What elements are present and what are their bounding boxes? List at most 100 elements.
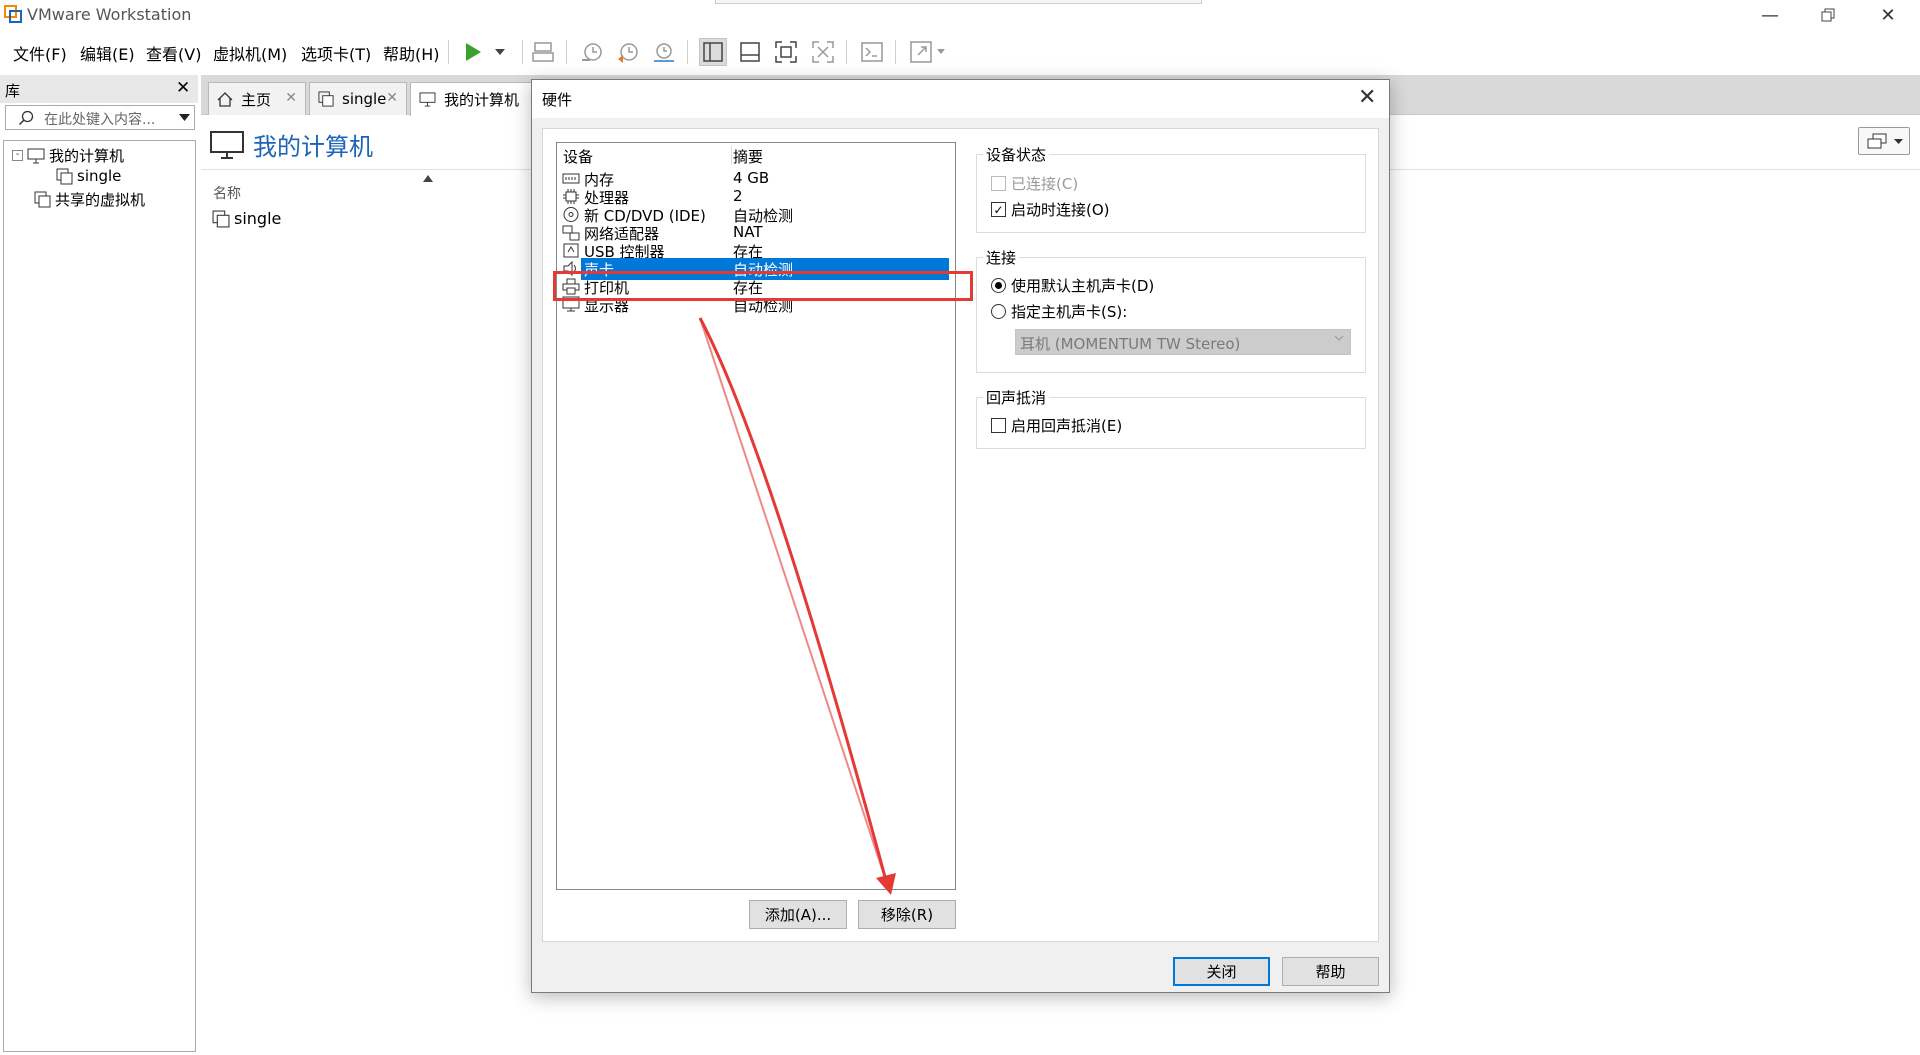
menu-file[interactable]: 文件(F) — [13, 41, 67, 65]
tab-single[interactable]: single ✕ — [309, 82, 407, 115]
column-header-device[interactable]: 设备 — [563, 146, 593, 167]
console-view-button[interactable] — [858, 38, 886, 66]
thumbnail-bar-button[interactable] — [736, 38, 764, 66]
host-sound-card-select[interactable]: 耳机 (MOMENTUM TW Stereo) — [1015, 329, 1351, 355]
unity-button[interactable] — [809, 38, 837, 66]
library-close-button[interactable]: ✕ — [176, 78, 190, 98]
checkbox-label: 启动时连接(O) — [1011, 201, 1110, 219]
sort-ascending-icon — [423, 175, 433, 182]
manage-snapshots-icon — [654, 43, 674, 62]
library-panel: 库 ✕ 在此处键入内容... - 我的计算机 single 共享的虚拟机 — [0, 75, 198, 1055]
radio-label: 指定主机声卡(S): — [1011, 303, 1128, 321]
tab-my-computer[interactable]: 我的计算机 — [410, 82, 536, 116]
toolbar-separator — [448, 40, 449, 64]
close-window-button[interactable]: ✕ — [1858, 0, 1918, 30]
select-value: 耳机 (MOMENTUM TW Stereo) — [1020, 335, 1241, 353]
library-view-button[interactable] — [699, 38, 727, 66]
radio-dot — [995, 282, 1002, 289]
shared-vm-icon — [34, 191, 51, 208]
tab-home[interactable]: 主页 ✕ — [208, 82, 306, 115]
play-button[interactable] — [459, 38, 487, 66]
dialog-panel: 设备 摘要 内存 4 GB 处理器 2 新 CD/DVD (IDE) 自动检测 … — [542, 128, 1379, 942]
radio-label: 使用默认主机声卡(D) — [1011, 277, 1155, 295]
play-dropdown-button[interactable] — [486, 38, 514, 66]
menu-help[interactable]: 帮助(H) — [383, 41, 440, 65]
search-icon — [18, 110, 34, 126]
tab-close-icon[interactable]: ✕ — [386, 90, 398, 106]
tree-item-single[interactable]: single — [56, 167, 121, 185]
list-item-label: single — [234, 209, 282, 228]
view-switch-button[interactable] — [1858, 127, 1910, 155]
tree-item-my-computer[interactable]: - 我的计算机 — [12, 145, 124, 166]
specify-sound-card-radio[interactable]: 指定主机声卡(S): — [991, 301, 1127, 322]
add-device-button[interactable]: 添加(A)... — [749, 900, 847, 929]
group-label: 回声抵消 — [983, 387, 1050, 408]
restore-icon — [1821, 8, 1835, 22]
chevron-down-icon — [1894, 139, 1903, 144]
snapshot-button[interactable] — [578, 38, 606, 66]
restore-button[interactable] — [1798, 0, 1858, 30]
vm-icon — [212, 210, 230, 227]
full-screen-button[interactable] — [772, 38, 800, 66]
checkmark-icon: ✓ — [993, 202, 1004, 217]
usb-controller-icon — [563, 243, 579, 258]
use-default-sound-card-radio[interactable]: 使用默认主机声卡(D) — [991, 275, 1154, 296]
tab-label: 我的计算机 — [444, 91, 520, 109]
toolbar-separator — [522, 40, 523, 64]
menu-tabs[interactable]: 选项卡(T) — [301, 41, 371, 65]
close-icon: ✕ — [176, 78, 191, 98]
revert-snapshot-icon — [618, 43, 638, 63]
stretch-dropdown-button[interactable] — [934, 38, 948, 66]
list-item[interactable]: single — [212, 209, 281, 228]
send-keys-icon — [532, 42, 554, 62]
dialog-title: 硬件 — [542, 91, 573, 109]
minimize-icon: — — [1761, 4, 1779, 26]
dialog-titlebar: 硬件 ✕ — [532, 80, 1389, 118]
device-summary: 2 — [733, 187, 743, 205]
toolbar-separator — [687, 40, 688, 64]
column-header-name[interactable]: 名称 — [213, 183, 241, 203]
revert-snapshot-button[interactable] — [614, 38, 642, 66]
close-button[interactable]: 关闭 — [1173, 957, 1270, 986]
menu-view[interactable]: 查看(V) — [146, 41, 201, 65]
tab-close-icon[interactable]: ✕ — [285, 90, 297, 106]
vmware-logo-icon — [4, 5, 22, 23]
window-titlebar: VMware Workstation — ✕ — [0, 0, 1920, 30]
vm-icon — [56, 168, 73, 184]
toolbar-separator — [566, 40, 567, 64]
enable-echo-cancellation-checkbox[interactable]: 启用回声抵消(E) — [991, 415, 1122, 436]
connect-at-power-on-checkbox[interactable]: ✓ 启动时连接(O) — [991, 199, 1110, 220]
dialog-close-button[interactable]: ✕ — [1358, 85, 1376, 110]
send-keys-button[interactable] — [529, 38, 557, 66]
library-header: 库 ✕ — [0, 75, 198, 103]
connected-checkbox[interactable]: 已连接(C) — [991, 173, 1078, 194]
checkbox-box — [991, 418, 1006, 433]
console-icon — [861, 42, 883, 62]
chevron-down-icon[interactable] — [179, 114, 190, 122]
remove-device-button[interactable]: 移除(R) — [858, 900, 956, 929]
stretch-button[interactable] — [907, 38, 935, 66]
menu-vm[interactable]: 虚拟机(M) — [213, 41, 287, 65]
checkbox-box: ✓ — [991, 202, 1006, 217]
library-search-placeholder: 在此处键入内容... — [44, 112, 156, 128]
network-adapter-icon — [562, 225, 580, 241]
close-icon: ✕ — [1358, 85, 1377, 110]
connection-group: 连接 使用默认主机声卡(D) 指定主机声卡(S): 耳机 (MOMENTUM T… — [976, 247, 1366, 373]
library-tree: - 我的计算机 single 共享的虚拟机 — [3, 140, 196, 1052]
unity-icon — [812, 41, 834, 63]
checkbox-box — [991, 176, 1006, 191]
menu-edit[interactable]: 编辑(E) — [80, 41, 135, 65]
titlebar-search-box[interactable] — [715, 0, 1202, 4]
tree-item-shared-vms[interactable]: 共享的虚拟机 — [34, 189, 145, 210]
column-header-summary[interactable]: 摘要 — [733, 146, 763, 167]
home-icon — [217, 91, 233, 107]
library-search-input[interactable]: 在此处键入内容... — [5, 105, 195, 130]
device-list: 设备 摘要 内存 4 GB 处理器 2 新 CD/DVD (IDE) 自动检测 … — [556, 142, 956, 890]
manage-snapshots-button[interactable] — [650, 38, 678, 66]
collapse-icon[interactable]: - — [12, 150, 23, 161]
checkbox-label: 已连接(C) — [1011, 175, 1079, 193]
help-button[interactable]: 帮助 — [1282, 957, 1379, 986]
close-icon: ✕ — [1880, 4, 1896, 26]
minimize-button[interactable]: — — [1740, 0, 1800, 30]
hardware-dialog: 硬件 ✕ 设备 摘要 内存 4 GB 处理器 2 新 CD/DVD (IDE) … — [531, 79, 1390, 993]
